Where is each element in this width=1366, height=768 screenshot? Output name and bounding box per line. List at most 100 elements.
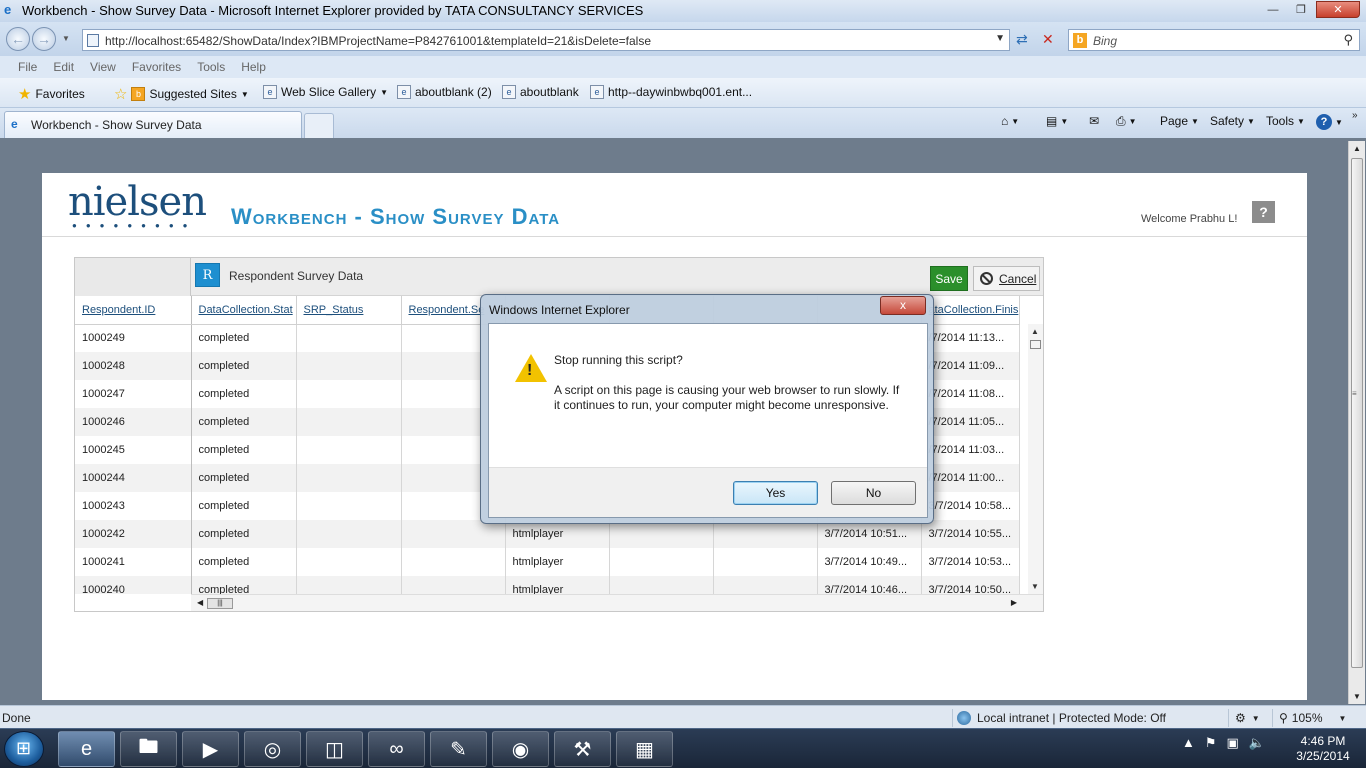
table-cell[interactable]: 1000246 — [75, 408, 192, 436]
scroll-down-icon[interactable]: ▼ — [1031, 582, 1039, 591]
scroll-up-icon[interactable]: ▲ — [1353, 144, 1361, 153]
fav-item-aboutblank[interactable]: e aboutblank — [502, 85, 579, 99]
menu-help[interactable]: Help — [233, 56, 274, 78]
fav-item-aboutblank-2[interactable]: e aboutblank (2) — [397, 85, 492, 99]
column-header[interactable]: Respondent.ID — [75, 296, 192, 325]
scroll-up-icon[interactable]: ▲ — [1031, 327, 1039, 336]
tray-expand-icon[interactable]: ▲ — [1182, 735, 1195, 751]
address-url[interactable]: http://localhost:65482/ShowData/Index?IB… — [105, 34, 651, 48]
menu-file[interactable]: File — [10, 56, 45, 78]
table-row[interactable]: 1000242 completed htmlplayer 3/7/2014 10:51… — [75, 520, 1020, 548]
safety-menu[interactable]: Safety ▼ — [1210, 114, 1255, 128]
maximize-button[interactable]: ❐ — [1288, 1, 1314, 18]
table-cell[interactable]: completed — [191, 324, 297, 352]
cancel-button[interactable]: Cancel — [973, 266, 1040, 291]
taskbar-notepad-icon[interactable]: ✎ — [430, 731, 487, 767]
table-cell[interactable]: 1000243 — [75, 492, 192, 520]
clock[interactable]: 4:46 PM 3/25/2014 — [1284, 734, 1362, 764]
table-cell[interactable]: htmlplayer — [505, 520, 610, 548]
table-row[interactable]: 1000241 completed htmlplayer 3/7/2014 10:49… — [75, 548, 1020, 576]
fav-item-web-slice-gallery[interactable]: e Web Slice Gallery ▼ — [263, 85, 388, 99]
table-cell[interactable] — [713, 520, 818, 548]
scroll-thumb[interactable] — [1351, 158, 1363, 668]
table-cell[interactable] — [296, 324, 402, 352]
table-cell[interactable]: /7/2014 11:09... — [921, 352, 1020, 380]
no-button[interactable]: No — [831, 481, 916, 505]
table-cell[interactable]: completed — [191, 492, 297, 520]
chevron-right-icon[interactable]: » — [1352, 110, 1358, 121]
taskbar-tools-icon[interactable]: ⚒ — [554, 731, 611, 767]
new-tab-button[interactable] — [304, 113, 334, 138]
table-cell[interactable]: completed — [191, 436, 297, 464]
flag-icon[interactable]: ⚑ — [1205, 735, 1217, 751]
minimize-button[interactable]: — — [1260, 1, 1286, 18]
page-vertical-scrollbar[interactable]: ▲ ≡ ▼ — [1348, 141, 1365, 704]
table-cell[interactable]: 3/7/2014 10:51... — [817, 520, 922, 548]
home-button[interactable]: ⌂ ▼ — [1001, 114, 1019, 128]
address-bar[interactable]: http://localhost:65482/ShowData/Index?IB… — [82, 29, 1010, 51]
table-cell[interactable] — [296, 492, 402, 520]
menu-favorites[interactable]: Favorites — [124, 56, 189, 78]
start-button[interactable] — [4, 731, 44, 767]
address-dropdown-icon[interactable]: ▼ — [995, 33, 1005, 44]
table-cell[interactable]: 1000248 — [75, 352, 192, 380]
yes-button[interactable]: Yes — [733, 481, 818, 505]
history-dropdown-icon[interactable]: ▼ — [62, 34, 70, 43]
search-placeholder[interactable]: Bing — [1093, 34, 1117, 48]
fav-item-suggested-sites[interactable]: ☆ b Suggested Sites ▼ — [114, 85, 249, 103]
table-cell[interactable] — [296, 408, 402, 436]
table-cell[interactable]: 1000242 — [75, 520, 192, 548]
table-cell[interactable] — [713, 548, 818, 576]
grid-horizontal-scrollbar[interactable]: ◀ ||| ▶ — [191, 594, 1043, 611]
favorites-button[interactable]: ★ Favorites — [18, 85, 85, 103]
help-button[interactable]: ? — [1252, 201, 1275, 223]
protected-mode-button[interactable]: ⚙ ▼ — [1228, 709, 1260, 727]
taskbar-explorer-icon[interactable]: 🖿 — [120, 731, 177, 767]
table-cell[interactable] — [401, 520, 506, 548]
table-cell[interactable]: completed — [191, 352, 297, 380]
table-cell[interactable]: 1000244 — [75, 464, 192, 492]
search-icon[interactable]: ⚲ — [1343, 32, 1353, 48]
scroll-thumb[interactable] — [1030, 340, 1041, 349]
help-menu[interactable]: ? ▼ — [1316, 114, 1343, 130]
table-cell[interactable]: completed — [191, 548, 297, 576]
add-favorite-icon[interactable]: ☆ — [114, 85, 127, 103]
mail-button[interactable]: ✉ — [1089, 114, 1099, 128]
dialog-close-button[interactable]: x — [880, 296, 926, 315]
security-zone[interactable]: Local intranet | Protected Mode: Off — [952, 709, 1166, 727]
volume-icon[interactable]: 🔈 — [1249, 735, 1265, 751]
table-cell[interactable]: 1000249 — [75, 324, 192, 352]
scroll-right-icon[interactable]: ▶ — [1011, 598, 1017, 607]
taskbar-chrome-icon[interactable]: ◎ — [244, 731, 301, 767]
search-box[interactable]: b Bing ⚲ — [1068, 29, 1360, 51]
table-cell[interactable]: 3/7/2014 10:53... — [921, 548, 1020, 576]
table-cell[interactable]: completed — [191, 520, 297, 548]
table-cell[interactable]: 3/7/2014 10:58... — [921, 492, 1020, 520]
table-cell[interactable] — [296, 352, 402, 380]
table-cell[interactable] — [609, 548, 714, 576]
table-cell[interactable]: /7/2014 11:08... — [921, 380, 1020, 408]
taskbar-console-icon[interactable]: ▦ — [616, 731, 673, 767]
scroll-left-icon[interactable]: ◀ — [197, 598, 203, 607]
table-cell[interactable] — [401, 548, 506, 576]
print-button[interactable]: ⎙ ▼ — [1116, 114, 1137, 129]
scroll-down-icon[interactable]: ▼ — [1353, 692, 1361, 701]
table-cell[interactable] — [296, 436, 402, 464]
table-cell[interactable]: 1000241 — [75, 548, 192, 576]
table-cell[interactable] — [609, 520, 714, 548]
stop-icon[interactable]: ✕ — [1042, 31, 1054, 48]
menu-view[interactable]: View — [82, 56, 124, 78]
table-cell[interactable]: completed — [191, 408, 297, 436]
taskbar-ie-icon[interactable]: e — [58, 731, 115, 767]
feeds-button[interactable]: ▤ ▼ — [1046, 114, 1068, 128]
tab-workbench[interactable]: e Workbench - Show Survey Data — [4, 111, 302, 138]
tools-menu[interactable]: Tools ▼ — [1266, 114, 1305, 128]
taskbar-visual-studio-icon[interactable]: ∞ — [368, 731, 425, 767]
fav-item-daywin[interactable]: e http--daywinbwbq001.ent... — [590, 85, 752, 99]
column-header[interactable]: SRP_Status — [296, 296, 402, 325]
table-cell[interactable] — [296, 380, 402, 408]
grid-vertical-scrollbar[interactable]: ▲ ▼ — [1028, 324, 1043, 594]
table-cell[interactable]: completed — [191, 464, 297, 492]
column-header[interactable]: ataCollection.Finis — [921, 296, 1020, 325]
table-cell[interactable]: 1000245 — [75, 436, 192, 464]
